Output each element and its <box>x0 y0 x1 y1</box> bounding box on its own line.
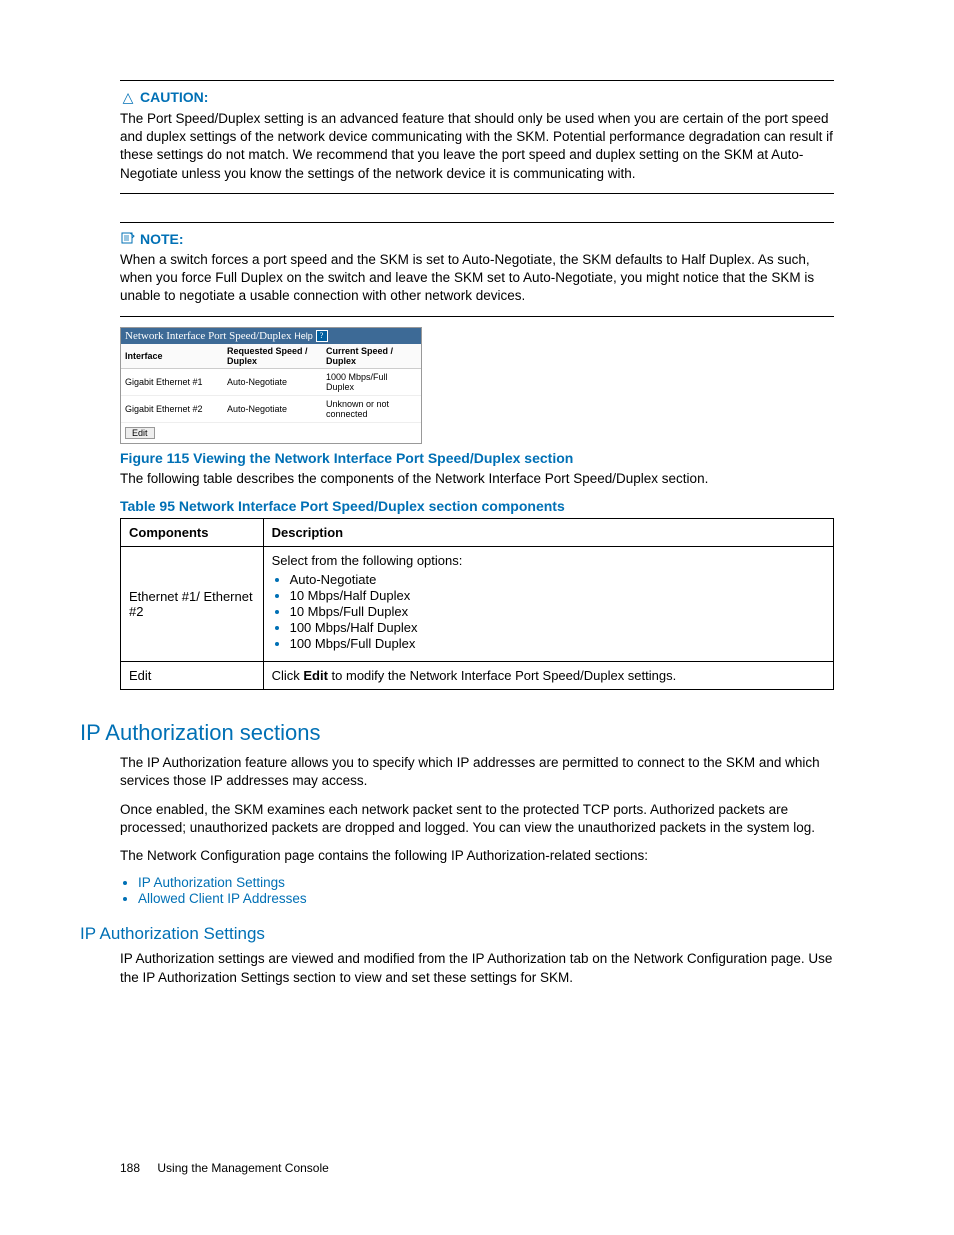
screenshot-col-interface: Interface <box>121 344 223 369</box>
page-number: 188 <box>120 1161 140 1175</box>
subsection-heading-ip-auth-settings: IP Authorization Settings <box>80 924 834 944</box>
table-cell-component: Ethernet #1/ Ethernet #2 <box>121 547 264 662</box>
screenshot-help-label[interactable]: Help <box>294 331 313 341</box>
table-row: Edit Click Edit to modify the Network In… <box>121 662 834 690</box>
caution-label: CAUTION: <box>140 89 208 105</box>
table-header-components: Components <box>121 519 264 547</box>
help-icon[interactable]: ? <box>316 330 328 342</box>
caution-icon: △ <box>120 89 136 106</box>
paragraph: The Network Configuration page contains … <box>120 847 834 865</box>
screenshot-titlebar: Network Interface Port Speed/Duplex Help… <box>121 328 421 344</box>
paragraph: Once enabled, the SKM examines each netw… <box>120 801 834 837</box>
section-heading-ip-auth: IP Authorization sections <box>80 720 834 746</box>
screenshot-panel: Network Interface Port Speed/Duplex Help… <box>120 327 422 444</box>
page-footer: 188 Using the Management Console <box>120 1161 329 1175</box>
paragraph: IP Authorization settings are viewed and… <box>120 950 834 986</box>
screenshot-col-requested: Requested Speed / Duplex <box>223 344 322 369</box>
screenshot-table: Interface Requested Speed / Duplex Curre… <box>121 344 421 423</box>
divider <box>120 222 834 223</box>
screenshot-col-current: Current Speed / Duplex <box>322 344 421 369</box>
paragraph: The IP Authorization feature allows you … <box>120 754 834 790</box>
divider <box>120 193 834 194</box>
table-caption: Table 95 Network Interface Port Speed/Du… <box>120 498 834 514</box>
list-item: 100 Mbps/Half Duplex <box>290 620 825 635</box>
screenshot-title: Network Interface Port Speed/Duplex <box>125 330 291 342</box>
components-table: Components Description Ethernet #1/ Ethe… <box>120 518 834 690</box>
caution-text: The Port Speed/Duplex setting is an adva… <box>120 110 834 183</box>
note-text: When a switch forces a port speed and th… <box>120 251 834 306</box>
link-ip-auth-settings[interactable]: IP Authorization Settings <box>138 875 834 890</box>
list-item: 10 Mbps/Full Duplex <box>290 604 825 619</box>
note-icon <box>120 231 136 247</box>
caution-heading: △CAUTION: <box>120 89 834 106</box>
figure-body: The following table describes the compon… <box>120 470 834 488</box>
table-header-description: Description <box>263 519 833 547</box>
edit-button[interactable]: Edit <box>125 427 155 439</box>
table-row: Gigabit Ethernet #1 Auto-Negotiate 1000 … <box>121 369 421 396</box>
divider <box>120 80 834 81</box>
divider <box>120 316 834 317</box>
note-label: NOTE: <box>140 231 184 247</box>
list-item: 10 Mbps/Half Duplex <box>290 588 825 603</box>
list-item: 100 Mbps/Full Duplex <box>290 636 825 651</box>
table-cell-component: Edit <box>121 662 264 690</box>
list-item: Auto-Negotiate <box>290 572 825 587</box>
table-cell-description: Select from the following options: Auto-… <box>263 547 833 662</box>
figure-caption: Figure 115 Viewing the Network Interface… <box>120 450 834 466</box>
note-heading: NOTE: <box>120 231 834 247</box>
table-row: Ethernet #1/ Ethernet #2 Select from the… <box>121 547 834 662</box>
link-allowed-client-ip[interactable]: Allowed Client IP Addresses <box>138 891 834 906</box>
table-cell-description: Click Edit to modify the Network Interfa… <box>263 662 833 690</box>
footer-title: Using the Management Console <box>157 1161 328 1175</box>
table-row: Gigabit Ethernet #2 Auto-Negotiate Unkno… <box>121 396 421 423</box>
